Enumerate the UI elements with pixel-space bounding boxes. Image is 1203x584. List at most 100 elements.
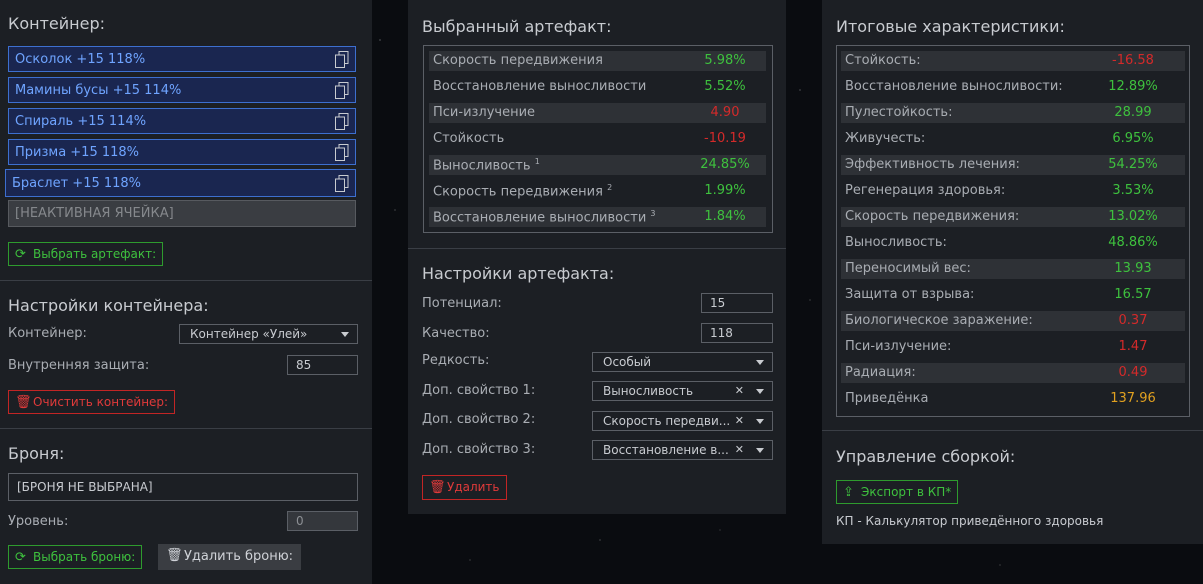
clear-icon[interactable]: ✕ [735, 384, 744, 397]
container-settings-title: Настройки контейнера: [8, 296, 209, 315]
stat-row: Стойкость -10.19 [429, 129, 766, 149]
potential-label: Потенциал: [422, 296, 502, 311]
stat-row: Переносимый вес: 13.93 [841, 259, 1185, 279]
stat-label: Восстановление выносливости: [845, 79, 1063, 94]
chevron-down-icon [756, 360, 764, 365]
stat-label: Живучесть: [845, 131, 926, 146]
stat-value: 0.37 [1118, 313, 1148, 328]
extra2-label: Доп. свойство 2: [422, 412, 536, 427]
stat-footnote: 2 [607, 183, 613, 192]
document-icon[interactable] [335, 82, 349, 99]
trash-icon: 🗑 [15, 395, 32, 410]
document-icon[interactable] [335, 144, 349, 161]
clear-container-label: Очистить контейнер: [33, 395, 169, 409]
stat-row: Защита от взрыва: 16.57 [841, 285, 1185, 305]
upload-icon: ⇪ [843, 485, 854, 500]
stat-label: Регенерация здоровья: [845, 183, 1006, 198]
refresh-icon: ⟳ [15, 247, 26, 262]
delete-artifact-label: Удалить [447, 480, 500, 494]
stat-label: Пси-излучение: [845, 339, 952, 354]
extra3-select-value: Восстановление в... [603, 443, 729, 457]
choose-armor-label: Выбрать броню: [33, 550, 136, 564]
divider [408, 248, 786, 249]
stat-value: 0.49 [1118, 365, 1148, 380]
stat-row: Радиация: 0.49 [841, 363, 1185, 383]
stat-value: 1.47 [1118, 339, 1148, 354]
container-select[interactable]: Контейнер «Улей» [179, 324, 358, 344]
export-button[interactable]: ⇪ Экспорт в КП* [836, 480, 959, 504]
choose-artifact-label: Выбрать артефакт: [33, 247, 157, 261]
stat-row: Эффективность лечения: 54.25% [841, 155, 1185, 175]
stat-label: Переносимый вес: [845, 261, 971, 276]
stat-row: Выносливость: 48.86% [841, 233, 1185, 253]
choose-armor-button[interactable]: ⟳ Выбрать броню: [8, 545, 143, 569]
delete-armor-button[interactable]: 🗑 Удалить броню: [158, 544, 302, 570]
choose-artifact-button[interactable]: ⟳ Выбрать артефакт: [8, 242, 164, 266]
stat-row: Скорость передвижения 5.98% [429, 51, 766, 71]
clear-icon[interactable]: ✕ [735, 414, 744, 427]
slot-label: Призма +15 118% [15, 145, 140, 160]
armor-level-label: Уровень: [8, 514, 69, 529]
extra2-select[interactable]: Скорость передви... ✕ [592, 411, 773, 431]
artifact-slot-4[interactable]: Призма +15 118% [8, 139, 356, 165]
stat-label: Радиация: [845, 365, 916, 380]
stat-row: Живучесть: 6.95% [841, 129, 1185, 149]
extra3-select[interactable]: Восстановление в... ✕ [592, 440, 773, 460]
armor-level-input[interactable]: 0 [287, 511, 358, 531]
artifact-slot-2[interactable]: Мамины бусы +15 114% [8, 77, 356, 103]
stat-value: 24.85% [700, 157, 750, 172]
armor-field[interactable]: [БРОНЯ НЕ ВЫБРАНА] [8, 473, 358, 501]
build-title: Управление сборкой: [836, 447, 1016, 466]
stat-label: Стойкость [433, 131, 505, 146]
left-panel: Контейнер: Осколок +15 118% Мамины бусы … [0, 0, 372, 584]
slot-label: Спираль +15 114% [15, 114, 147, 129]
rarity-label: Редкость: [422, 353, 490, 368]
chevron-down-icon [756, 448, 764, 453]
clear-icon[interactable]: ✕ [735, 443, 744, 456]
stat-value: 5.98% [704, 53, 746, 68]
stat-label: Эффективность лечения: [845, 157, 1020, 172]
stat-label: Стойкость: [845, 53, 921, 68]
artifact-settings-title: Настройки артефакта: [422, 264, 615, 283]
potential-input[interactable]: 15 [701, 293, 773, 313]
delete-artifact-button[interactable]: 🗑 Удалить [422, 475, 507, 500]
artifact-slot-5[interactable]: Браслет +15 118% [5, 169, 356, 197]
stat-value: 4.90 [710, 105, 740, 120]
divider [0, 428, 372, 429]
stat-value: 1.99% [704, 183, 746, 198]
export-label: Экспорт в КП* [861, 485, 952, 499]
stat-value: 6.95% [1112, 131, 1154, 146]
container-select-value: Контейнер «Улей» [190, 327, 308, 341]
stat-label: Скорость передвижения 2 [433, 183, 613, 200]
stat-value: -10.19 [704, 131, 746, 146]
rarity-select[interactable]: Особый [592, 352, 773, 372]
stat-row: Пси-излучение: 1.47 [841, 337, 1185, 357]
inactive-slot-label: [НЕАКТИВНАЯ ЯЧЕЙКА] [15, 206, 174, 221]
protection-label: Внутренняя защита: [8, 358, 150, 373]
divider [822, 430, 1203, 431]
divider [0, 280, 372, 281]
trash-icon: 🗑 [429, 480, 446, 495]
protection-input[interactable]: 85 [287, 355, 358, 375]
stat-value: 12.89% [1108, 79, 1158, 94]
artifact-slot-3[interactable]: Спираль +15 114% [8, 108, 356, 134]
stat-label: Пси-излучение [433, 105, 536, 120]
stat-row: Пси-излучение 4.90 [429, 103, 766, 123]
clear-container-button[interactable]: 🗑 Очистить контейнер: [8, 390, 176, 414]
document-icon[interactable] [335, 113, 349, 130]
stat-value: 13.93 [1114, 261, 1152, 276]
stat-value: 13.02% [1108, 209, 1158, 224]
stat-label: Выносливость: [845, 235, 947, 250]
document-icon[interactable] [335, 175, 349, 192]
stat-row: Восстановление выносливости 3 1.84% [429, 207, 766, 227]
document-icon[interactable] [335, 51, 349, 68]
chevron-down-icon [756, 419, 764, 424]
extra1-select[interactable]: Выносливость ✕ [592, 381, 773, 401]
stat-row: Регенерация здоровья: 3.53% [841, 181, 1185, 201]
stat-value: 28.99 [1114, 105, 1152, 120]
extra3-label: Доп. свойство 3: [422, 442, 536, 457]
quality-input[interactable]: 118 [701, 323, 773, 343]
stat-label: Биологическое заражение: [845, 313, 1033, 328]
quality-label: Качество: [422, 326, 490, 341]
artifact-slot-1[interactable]: Осколок +15 118% [8, 46, 356, 72]
